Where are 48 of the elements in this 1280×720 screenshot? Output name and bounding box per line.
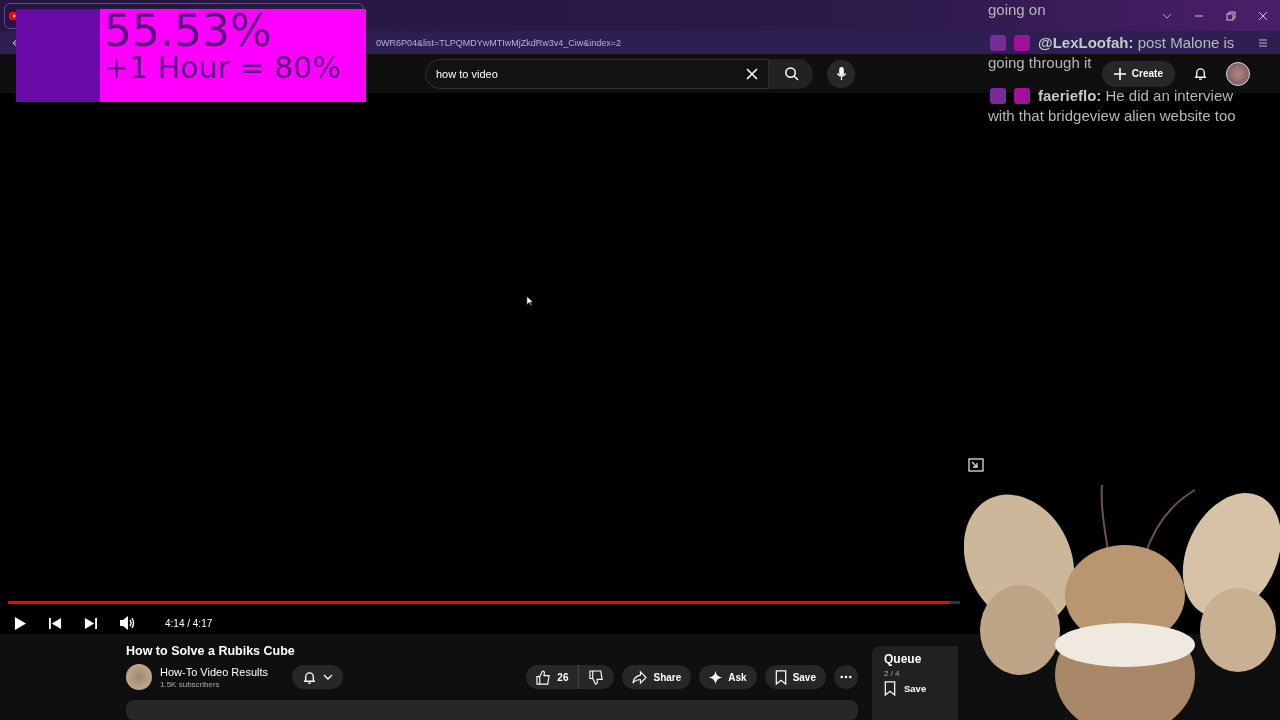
channel-avatar[interactable] — [126, 664, 152, 690]
chat-message: going on — [988, 0, 1046, 20]
bell-icon — [302, 669, 317, 685]
bookmark-icon — [774, 669, 787, 685]
more-dots-icon — [840, 675, 852, 679]
share-button[interactable]: Share — [622, 665, 692, 689]
save-button[interactable]: Save — [764, 665, 826, 689]
voice-search-button[interactable] — [827, 59, 855, 88]
bookmark-icon — [884, 681, 896, 696]
thumbs-down-icon — [589, 669, 605, 685]
thumbs-up-icon — [536, 669, 552, 685]
volume-icon[interactable] — [119, 615, 135, 632]
address-text[interactable]: 0WR6P04&list=TLPQMDYwMTIwMjZkdRw3v4_Ciw&index=2 — [376, 37, 622, 48]
save-queue-button[interactable]: Save — [884, 681, 946, 696]
play-icon[interactable] — [14, 615, 27, 631]
next-icon[interactable] — [84, 616, 97, 630]
previous-icon[interactable] — [49, 616, 62, 630]
ask-button[interactable]: Ask — [699, 665, 757, 689]
notifications-bell-icon[interactable] — [1193, 66, 1208, 82]
goal-percent: 55.53% — [104, 9, 272, 53]
create-button[interactable]: Create — [1101, 60, 1175, 87]
more-button[interactable] — [834, 665, 858, 689]
queue-position: 2 / 4 — [884, 669, 901, 678]
chevron-down-icon[interactable] — [1162, 12, 1172, 19]
account-avatar[interactable] — [1226, 61, 1250, 86]
notification-settings-button[interactable] — [292, 665, 343, 689]
goal-note: +1 Hour = 80% — [104, 53, 341, 83]
microphone-icon — [835, 66, 847, 82]
clear-icon[interactable] — [746, 67, 758, 80]
like-button[interactable]: 26 — [526, 665, 580, 689]
dislike-button[interactable] — [579, 665, 615, 689]
restore-icon[interactable] — [1226, 10, 1236, 21]
search-icon — [783, 66, 799, 82]
sparkle-icon — [709, 670, 723, 684]
video-title: How to Solve a Rubiks Cube — [126, 644, 296, 658]
mouse-cursor-icon — [526, 295, 534, 308]
chevron-down-icon — [323, 674, 333, 680]
close-icon[interactable] — [1258, 10, 1268, 21]
queue-title: Queue — [884, 652, 923, 666]
channel-name[interactable]: How-To Video Results — [160, 665, 268, 678]
share-arrow-icon — [632, 669, 648, 685]
miniplayer-icon[interactable] — [968, 458, 984, 473]
time-display: 4:14 / 4:17 — [165, 617, 213, 629]
plus-icon — [1113, 67, 1126, 80]
menu-icon[interactable] — [1258, 37, 1268, 48]
search-field[interactable]: how to video — [425, 58, 769, 89]
search-button[interactable] — [769, 58, 813, 89]
subscriber-count: 1.5K subscribers — [160, 679, 221, 689]
